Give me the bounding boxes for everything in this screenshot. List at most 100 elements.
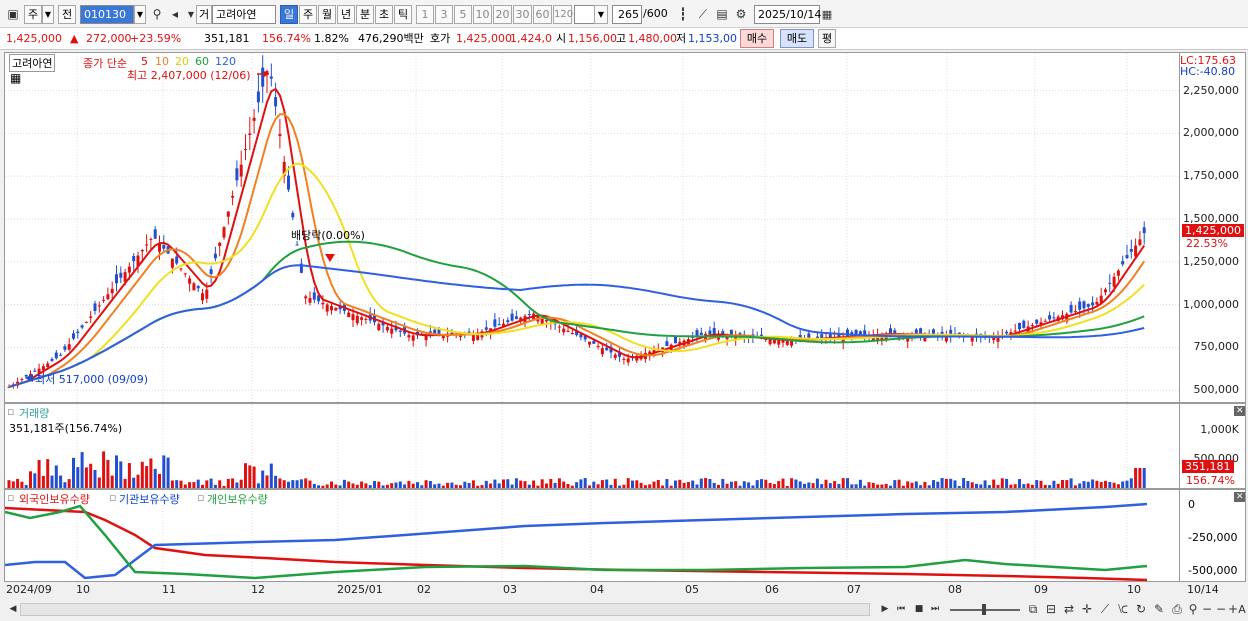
calendar-icon[interactable]: ▦: [818, 5, 836, 24]
code-dropdown-icon[interactable]: ▼: [134, 5, 146, 24]
volume-bar: [471, 480, 475, 488]
price-chart-pane[interactable]: 고려아연 종가 단순 5 10 20 60 120 ▦ 최고 2,407,000…: [4, 52, 1180, 403]
interval-60[interactable]: 60: [533, 5, 552, 24]
rewind-icon[interactable]: ⏮: [892, 600, 910, 619]
candle-body: [506, 320, 510, 323]
interval-30[interactable]: 30: [513, 5, 532, 24]
volume-bar: [136, 474, 140, 488]
candle-body: [514, 316, 518, 320]
volume-pane[interactable]: ▫ 거래량 351,181주(156.74%): [4, 403, 1180, 489]
candle-body: [183, 273, 187, 275]
holdings-chart-svg[interactable]: [5, 490, 1180, 582]
volume-tick-1000k: 1,000K: [1200, 423, 1239, 436]
calendar-icon[interactable]: ▦: [10, 71, 21, 85]
candle-body: [566, 330, 570, 332]
stock-name-field[interactable]: 고려아연: [212, 5, 276, 24]
hc-label: HC:-40.80: [1180, 65, 1236, 78]
interval-1[interactable]: 1: [416, 5, 434, 24]
volume-axis[interactable]: ✕ 1,000K 500,000 351,181 156.74%: [1180, 403, 1246, 489]
crosshair-icon[interactable]: ✛: [1078, 600, 1096, 619]
market-dropdown-icon[interactable]: ▼: [42, 5, 54, 24]
candle-body: [196, 285, 200, 289]
sell-button[interactable]: 매도: [780, 29, 814, 48]
interval-3[interactable]: 3: [435, 5, 453, 24]
period-minute[interactable]: 분: [356, 5, 374, 24]
settings-icon[interactable]: ✎: [1150, 600, 1168, 619]
layout-icon[interactable]: ⧉: [1024, 600, 1042, 619]
fast-forward-icon[interactable]: ⏭: [926, 600, 944, 619]
candle-body: [708, 330, 712, 335]
trend-icon[interactable]: ⟋: [1096, 600, 1114, 619]
period-week[interactable]: 주: [299, 5, 317, 24]
buy-button[interactable]: 매수: [740, 29, 774, 48]
interval-dropdown-icon[interactable]: ▼: [594, 5, 608, 24]
candle-body: [76, 331, 80, 334]
candle-body: [63, 346, 67, 350]
candle-body: [828, 334, 832, 338]
zoom-slider-thumb[interactable]: [982, 604, 986, 615]
market-select[interactable]: 주: [24, 5, 42, 24]
bid-price-1: 1,425,000: [456, 32, 512, 45]
holding-tick-250k: -250,000: [1188, 531, 1238, 544]
save-icon[interactable]: ▤: [713, 5, 731, 24]
candle-body: [89, 316, 93, 318]
avg-button[interactable]: 평: [818, 29, 836, 48]
interval-5[interactable]: 5: [454, 5, 472, 24]
indicator-icon[interactable]: ⟈: [1114, 600, 1132, 619]
candle-body: [1030, 325, 1034, 327]
volume-bar: [41, 475, 45, 488]
price-chart-svg[interactable]: [5, 53, 1180, 403]
window-icon[interactable]: ▣: [4, 5, 22, 24]
code-input[interactable]: 010130: [80, 5, 134, 24]
prev-button[interactable]: 전: [58, 5, 76, 24]
volume-bar: [63, 482, 67, 488]
volume-bar: [20, 481, 24, 488]
period-day[interactable]: 일: [280, 5, 298, 24]
low-annotation: 최저 517,000 (09/09): [35, 373, 149, 386]
volume-bar: [37, 459, 41, 488]
price-axis[interactable]: LC:175.63 HC:-40.80 500,000 750,000 1,000,…: [1180, 52, 1246, 403]
period-month[interactable]: 월: [318, 5, 336, 24]
volume-bar: [282, 480, 286, 488]
search-icon[interactable]: ⚲: [148, 5, 166, 24]
candle-body: [192, 283, 196, 291]
volume-chart-svg[interactable]: [5, 404, 1180, 489]
candle-body: [1048, 315, 1052, 320]
close-pane-icon[interactable]: ✕: [1234, 406, 1245, 416]
holdings-pane[interactable]: ▫ 외국인보유수량 ▫ 기관보유수량 ▫ 개인보유수량: [4, 489, 1180, 582]
period-year[interactable]: 년: [337, 5, 355, 24]
interval-20[interactable]: 20: [493, 5, 512, 24]
date-input[interactable]: 2025/10/14: [754, 5, 821, 24]
split-icon[interactable]: ⊟: [1042, 600, 1060, 619]
volume-bar: [575, 482, 579, 488]
ma-legend-title: 종가 단순: [83, 57, 127, 70]
x-axis-label: 09: [1034, 583, 1048, 596]
scrollbar-track[interactable]: [20, 603, 870, 616]
volume-bar: [330, 481, 333, 488]
price-pct-badge: 22.53%: [1186, 237, 1228, 250]
volume-bar: [299, 479, 303, 488]
count-input[interactable]: 265: [612, 5, 642, 24]
candle-body: [1116, 270, 1120, 276]
interval-10[interactable]: 10: [473, 5, 492, 24]
candle-body: [781, 340, 785, 343]
trade-button[interactable]: 거: [196, 5, 212, 24]
volume-bar: [502, 479, 505, 488]
x-axis-label: 02: [417, 583, 431, 596]
candle-body: [398, 330, 402, 332]
gear-icon[interactable]: ⚙: [732, 5, 750, 24]
close-pane-icon[interactable]: ✕: [1234, 492, 1245, 502]
holdings-axis[interactable]: ✕ 0 -250,000 -500,000: [1180, 489, 1246, 582]
font-size-icon[interactable]: A: [1236, 600, 1248, 619]
candle-body: [772, 339, 776, 344]
stock-tag[interactable]: 고려아연: [9, 54, 56, 72]
draw-tool-icon[interactable]: ⟋: [694, 5, 712, 24]
candle-type-icon[interactable]: ┇: [674, 5, 692, 24]
volume-bar: [777, 481, 781, 488]
interval-120[interactable]: 120: [553, 5, 573, 24]
period-tick[interactable]: 틱: [394, 5, 412, 24]
period-second[interactable]: 초: [375, 5, 393, 24]
compare-icon[interactable]: ⇄: [1060, 600, 1078, 619]
refresh-icon[interactable]: ↻: [1132, 600, 1150, 619]
volume-bar: [1134, 468, 1138, 488]
